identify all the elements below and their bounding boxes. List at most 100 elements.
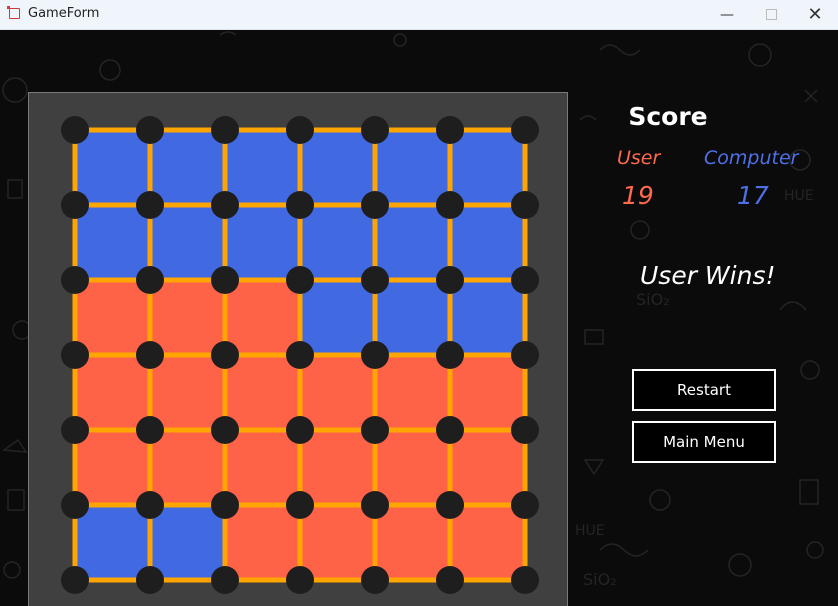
- user-score-label: User: [617, 147, 661, 169]
- board-cell-user: [150, 355, 225, 430]
- svg-text:SiO₂: SiO₂: [636, 290, 670, 309]
- grid-dot: [361, 416, 389, 444]
- grid-dot: [136, 266, 164, 294]
- grid-dot: [286, 191, 314, 219]
- grid-dot: [511, 566, 539, 594]
- grid-dot: [61, 191, 89, 219]
- board-cell-computer: [375, 205, 450, 280]
- title-bar: GameForm — ✕: [0, 0, 838, 30]
- grid-dot: [211, 341, 239, 369]
- board-cell-computer: [75, 205, 150, 280]
- svg-text:HUE: HUE: [784, 188, 814, 204]
- grid-dot: [361, 566, 389, 594]
- grid-dot: [136, 416, 164, 444]
- grid-dot: [136, 566, 164, 594]
- result-message: User Wins!: [640, 261, 776, 290]
- grid-dot: [286, 266, 314, 294]
- grid-dot: [286, 491, 314, 519]
- board-cell-computer: [225, 205, 300, 280]
- app-icon: [7, 6, 20, 19]
- board-grid[interactable]: [29, 93, 569, 606]
- board-cell-user: [75, 430, 150, 505]
- grid-dot: [436, 191, 464, 219]
- grid-dot: [61, 416, 89, 444]
- board-cell-computer: [300, 205, 375, 280]
- grid-dot: [136, 191, 164, 219]
- grid-dot: [61, 491, 89, 519]
- board-cell-user: [225, 280, 300, 355]
- grid-dot: [211, 116, 239, 144]
- board-cell-computer: [450, 130, 525, 205]
- board-cell-computer: [150, 130, 225, 205]
- board-cell-user: [150, 280, 225, 355]
- board-cell-computer: [225, 130, 300, 205]
- restart-button[interactable]: Restart: [632, 369, 776, 411]
- close-icon: ✕: [807, 4, 823, 25]
- board-cell-user: [300, 430, 375, 505]
- board-cell-user: [300, 505, 375, 580]
- board-cell-computer: [375, 130, 450, 205]
- grid-dot: [361, 191, 389, 219]
- grid-dot: [511, 116, 539, 144]
- board-cell-user: [300, 355, 375, 430]
- grid-dot: [286, 116, 314, 144]
- game-area: SiO₂ SiO₂ HUE HUE Score User Computer 19…: [0, 30, 838, 606]
- grid-dot: [61, 266, 89, 294]
- board-cell-user: [450, 355, 525, 430]
- window-title: GameForm: [28, 6, 100, 21]
- grid-dot: [211, 191, 239, 219]
- grid-dot: [436, 341, 464, 369]
- minimize-icon: —: [720, 6, 734, 23]
- maximize-button[interactable]: [748, 0, 794, 29]
- board-cell-computer: [150, 505, 225, 580]
- grid-dot: [361, 491, 389, 519]
- grid-dot: [136, 116, 164, 144]
- svg-text:SiO₂: SiO₂: [583, 570, 617, 589]
- close-button[interactable]: ✕: [792, 0, 838, 29]
- computer-score-label: Computer: [704, 147, 799, 169]
- grid-dot: [286, 341, 314, 369]
- board-cell-user: [450, 430, 525, 505]
- grid-dot: [136, 341, 164, 369]
- board-cell-computer: [450, 205, 525, 280]
- grid-dot: [436, 416, 464, 444]
- board-cell-computer: [75, 505, 150, 580]
- user-score-value: 19: [622, 181, 654, 210]
- board-cell-user: [75, 355, 150, 430]
- grid-dot: [511, 341, 539, 369]
- grid-dot: [436, 266, 464, 294]
- grid-dot: [361, 266, 389, 294]
- grid-dot: [436, 566, 464, 594]
- grid-dot: [511, 416, 539, 444]
- grid-dot: [211, 491, 239, 519]
- grid-dot: [511, 491, 539, 519]
- grid-dot: [211, 566, 239, 594]
- board-cell-user: [225, 430, 300, 505]
- grid-dot: [511, 266, 539, 294]
- board-cell-computer: [150, 205, 225, 280]
- grid-dot: [286, 416, 314, 444]
- grid-dot: [511, 191, 539, 219]
- board-cell-computer: [300, 130, 375, 205]
- board-cell-computer: [375, 280, 450, 355]
- grid-dot: [61, 341, 89, 369]
- board-cell-user: [225, 505, 300, 580]
- grid-dot: [211, 266, 239, 294]
- grid-dot: [436, 116, 464, 144]
- svg-text:HUE: HUE: [575, 523, 605, 539]
- board-cell-computer: [75, 130, 150, 205]
- board-cell-computer: [450, 280, 525, 355]
- grid-dot: [436, 491, 464, 519]
- main-menu-button[interactable]: Main Menu: [632, 421, 776, 463]
- maximize-icon: [765, 9, 777, 20]
- board-cell-user: [150, 430, 225, 505]
- board-cell-user: [225, 355, 300, 430]
- minimize-button[interactable]: —: [704, 0, 750, 29]
- grid-dot: [61, 566, 89, 594]
- grid-dot: [136, 491, 164, 519]
- grid-dot: [361, 341, 389, 369]
- grid-dot: [286, 566, 314, 594]
- grid-dot: [61, 116, 89, 144]
- board-cell-user: [375, 430, 450, 505]
- score-title: Score: [628, 102, 708, 131]
